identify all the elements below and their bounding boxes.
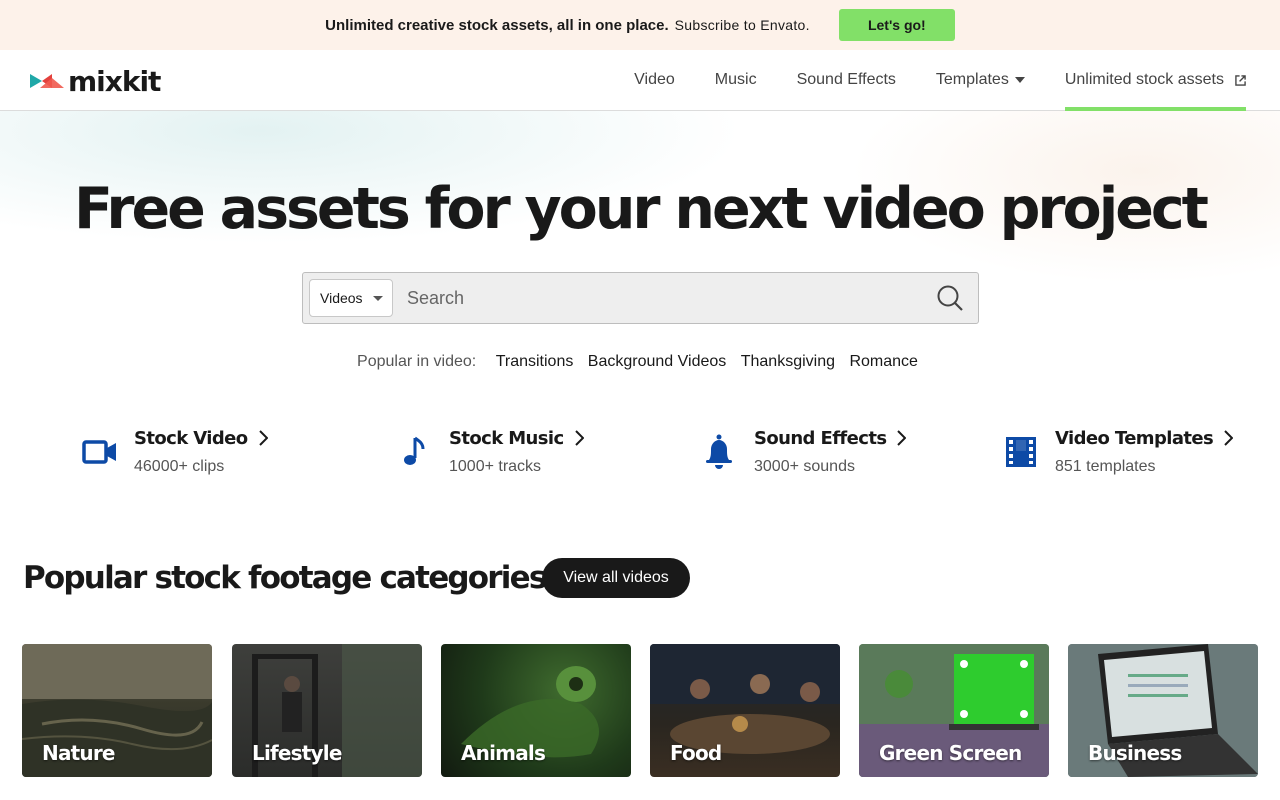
chevron-right-icon [1224, 430, 1234, 446]
mixkit-logo[interactable]: mixkit [30, 64, 161, 98]
nav-templates-label: Templates [935, 71, 1009, 88]
popular-label: Popular in video: [357, 353, 477, 370]
stat-stock-music[interactable]: Stock Music 1000+ tracks [395, 426, 584, 476]
stat-stock-video[interactable]: Stock Video 46000+ clips [80, 426, 268, 476]
category-card-business[interactable]: Business [1068, 644, 1258, 777]
category-label: Food [670, 741, 722, 765]
stat-count: 851 templates [1055, 458, 1156, 475]
promo-cta-button[interactable]: Let's go! [838, 9, 955, 41]
site-header: mixkit Video Music Sound Effects Templat… [0, 50, 1280, 111]
stat-title: Video Templates [1055, 426, 1234, 450]
stat-title: Stock Video [134, 426, 268, 450]
chevron-right-icon [897, 430, 907, 446]
caret-down-icon [1014, 77, 1025, 83]
categories-title: Popular stock footage categories [23, 560, 547, 596]
promo-headline: Unlimited creative stock assets, all in … [325, 16, 669, 34]
caret-down-icon [372, 295, 383, 301]
search-icon[interactable] [936, 284, 964, 312]
category-label: Green Screen [879, 741, 1022, 765]
nav-music[interactable]: Music [715, 50, 757, 110]
chevron-right-icon [574, 430, 584, 446]
popular-link-thanksgiving[interactable]: Thanksgiving [741, 353, 835, 370]
nav-video[interactable]: Video [634, 50, 675, 110]
logo-mark-icon [30, 74, 64, 88]
category-label: Business [1088, 741, 1182, 765]
category-label: Lifestyle [252, 741, 342, 765]
category-card-nature[interactable]: Nature [22, 644, 212, 777]
nav-sound-effects-label: Sound Effects [796, 71, 896, 88]
stat-video-templates[interactable]: Video Templates 851 templates [1001, 426, 1234, 476]
search-input[interactable] [407, 274, 936, 322]
logo-wordmark: mixkit [68, 64, 161, 98]
popular-link-transitions[interactable]: Transitions [496, 353, 574, 370]
bell-icon [706, 434, 732, 469]
stat-title: Stock Music [449, 426, 584, 450]
nav-sound-effects[interactable]: Sound Effects [797, 50, 896, 110]
search-type-value: Videos [320, 290, 363, 306]
external-link-icon [1235, 74, 1246, 86]
stat-count: 3000+ sounds [754, 458, 855, 475]
popular-link-romance[interactable]: Romance [849, 353, 917, 370]
search-type-select[interactable]: Videos [309, 279, 393, 317]
stat-title-text: Video Templates [1055, 427, 1214, 449]
music-note-icon [404, 436, 425, 465]
main-nav: Video Music Sound Effects Templates Unli… [634, 50, 1247, 111]
category-card-green-screen[interactable]: Green Screen [859, 644, 1049, 777]
popular-searches: Popular in video: Transitions Background… [0, 353, 1280, 371]
promo-banner: Unlimited creative stock assets, all in … [0, 0, 1280, 50]
popular-link-background-videos[interactable]: Background Videos [588, 353, 726, 370]
view-all-videos-button[interactable]: View all videos [542, 558, 690, 598]
category-card-lifestyle[interactable]: Lifestyle [232, 644, 422, 777]
category-card-food[interactable]: Food [650, 644, 840, 777]
nav-unlimited-stock[interactable]: Unlimited stock assets [1064, 50, 1247, 111]
chevron-right-icon [258, 430, 268, 446]
nav-music-label: Music [714, 71, 757, 88]
stat-title: Sound Effects [754, 426, 907, 450]
video-camera-icon [82, 440, 116, 464]
nav-unlimited-stock-label: Unlimited stock assets [1064, 71, 1224, 88]
hero-title: Free assets for your next video project [74, 176, 1209, 242]
stat-title-text: Stock Music [449, 427, 564, 449]
nav-video-label: Video [634, 71, 675, 88]
category-label: Nature [42, 741, 115, 765]
category-card-animals[interactable]: Animals [441, 644, 631, 777]
stat-title-text: Sound Effects [754, 427, 887, 449]
stat-sound-effects[interactable]: Sound Effects 3000+ sounds [700, 426, 907, 476]
category-label: Animals [461, 741, 546, 765]
stat-count: 46000+ clips [134, 458, 225, 475]
promo-sub: Subscribe to Envato. [674, 17, 810, 33]
stat-title-text: Stock Video [134, 427, 248, 449]
film-strip-icon [1006, 437, 1036, 467]
stat-count: 1000+ tracks [449, 458, 542, 475]
nav-templates[interactable]: Templates [936, 50, 1025, 110]
search-bar: Videos [302, 272, 979, 324]
